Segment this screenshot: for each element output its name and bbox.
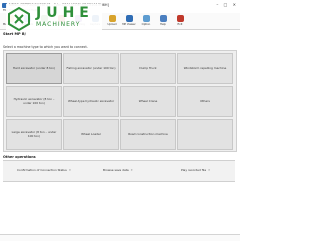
machine-type-button[interactable]: Large excavator (8 ton – under 100 ton) [6,119,62,150]
operation-link-0[interactable]: Confirmation of Connection Status» [17,166,71,174]
exit-icon [176,15,184,22]
toolbar-button-exit[interactable]: Exit [172,14,188,28]
operation-label: Browse save data [103,168,129,172]
chevron-right-icon: » [130,168,133,172]
operation-link-1[interactable]: Browse save data» [103,166,133,174]
page-title: Start MP B/ [3,32,26,36]
machine-type-label: Others [200,98,210,103]
machine-type-button[interactable]: Dump Truck [120,53,176,84]
machine-type-button[interactable]: Hydraulic excavator (8 ton – under 100 t… [6,86,62,117]
other-operations-bar: Confirmation of Connection Status» Browse… [3,160,235,182]
chevron-right-icon: » [208,168,211,172]
logo-brand: JUHE [36,5,94,21]
machine-type-grid: Hard excavator (under 8 ton) Fishing exca… [3,50,237,152]
mp-viewer-icon [125,15,133,22]
chevron-right-icon: » [68,168,71,172]
toolbar-button-label: Exit [177,23,183,26]
machine-type-label: Wheel Loader [81,131,101,136]
machine-type-label: Windstorm repelling machine [183,65,227,70]
machine-type-button[interactable]: Road construction machine [120,119,176,150]
toolbar-button-label: Option [141,23,151,26]
machine-type-button[interactable]: Wheel-type hydraulic excavator [63,86,119,117]
toolbar-button-label: Help [160,23,166,26]
option-icon [142,15,150,22]
machine-type-label: Fishing excavator (under 100 ton) [66,65,116,70]
machine-type-label: Wheel-type hydraulic excavator [67,98,115,103]
machine-type-empty-slot [177,119,233,150]
machine-type-label: Road construction machine [128,131,168,136]
machine-type-label: Dump Truck [139,65,157,70]
toolbar-button-help[interactable]: Help [155,14,171,28]
toolbar-button-label: Upload [107,23,117,26]
application-window: NRSC-CBTP20J6H76F47 - [Ver.CS0] [COM:KBC… [0,0,240,241]
machine-type-label: Large excavator (8 ton – under 100 ton) [11,129,57,138]
machine-type-button[interactable]: Others [177,86,233,117]
operation-link-2[interactable]: Play recorded file» [181,166,210,174]
toolbar-button-mp-viewer[interactable]: MP Viewer [121,14,137,28]
machine-type-label: Hard excavator (under 8 ton) [12,65,56,70]
machine-type-button[interactable]: Wheel Loader [63,119,119,150]
machine-type-button[interactable]: Windstorm repelling machine [177,53,233,84]
machine-type-button[interactable]: Fishing excavator (under 100 ton) [63,53,119,84]
operation-label: Confirmation of Connection Status [17,168,67,172]
machine-type-label: Wheel Crane [138,98,158,103]
help-icon [159,15,167,22]
machine-type-button[interactable]: Hard excavator (under 8 ton) [6,53,62,84]
juhe-logo: JUHE MACHINERY [6,4,102,34]
toolbar-button-option[interactable]: Option [138,14,154,28]
juhe-logo-mark [8,6,30,32]
upload-icon [108,15,116,22]
machine-type-label: Hydraulic excavator (8 ton – under 100 t… [13,96,55,105]
toolbar-button-upload[interactable]: Upload [104,14,120,28]
toolbar-button-label: MP Viewer [122,23,136,26]
logo-tagline: MACHINERY [36,21,81,28]
operation-label: Play recorded file [181,168,207,172]
machine-type-button[interactable]: Wheel Crane [120,86,176,117]
